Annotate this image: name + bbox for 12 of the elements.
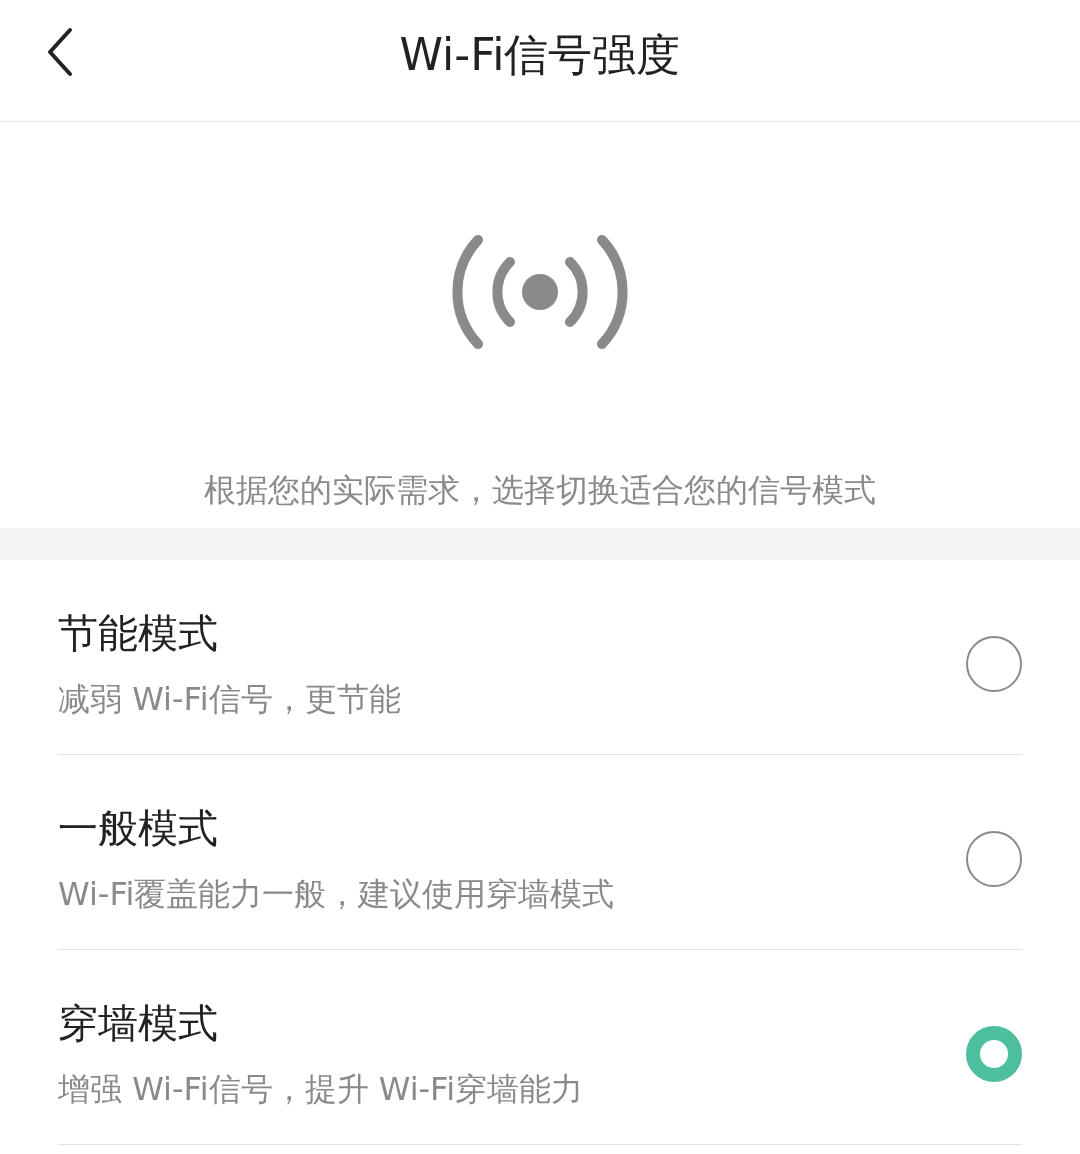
page-title: Wi-Fi信号强度 <box>399 27 681 82</box>
radio-button[interactable] <box>966 1026 1022 1082</box>
radio-button[interactable] <box>966 636 1022 692</box>
back-icon <box>46 27 74 77</box>
mode-title: 节能模式 <box>58 609 219 657</box>
mode-subtitle: Wi-Fi覆盖能力一般，建议使用穿墙模式 <box>58 874 615 914</box>
description-text: 根据您的实际需求，选择切换适合您的信号模式 <box>204 470 876 510</box>
mode-subtitle: 增强 Wi-Fi信号，提升 Wi-Fi穿墙能力 <box>58 1069 584 1109</box>
mode-title: 穿墙模式 <box>58 999 219 1047</box>
mode-title: 一般模式 <box>58 804 219 852</box>
mode-subtitle: 减弱 Wi-Fi信号，更节能 <box>58 679 401 719</box>
radio-button[interactable] <box>966 831 1022 887</box>
